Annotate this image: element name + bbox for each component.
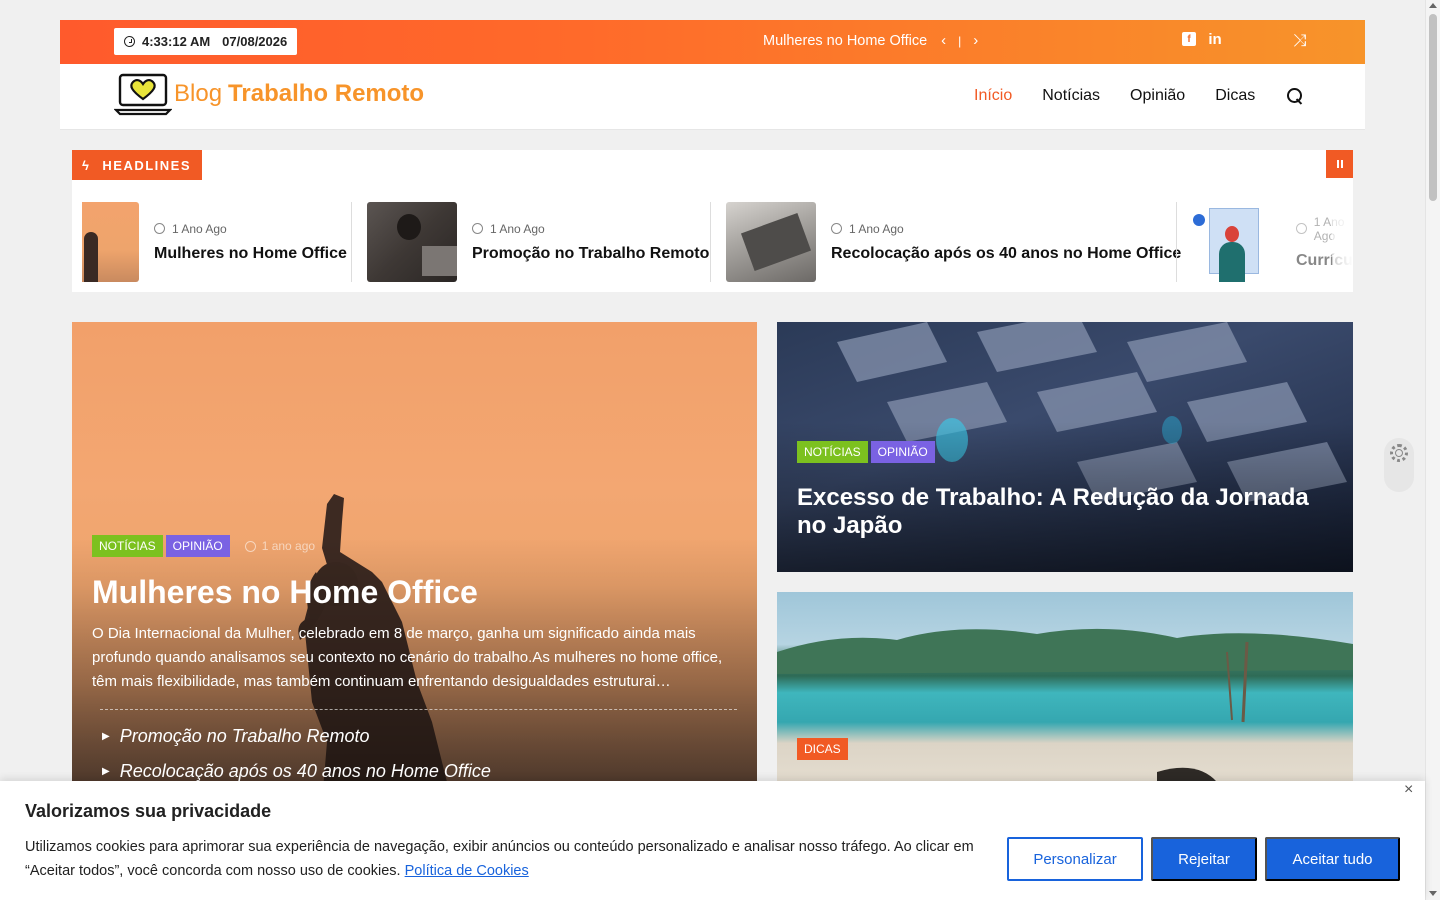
hero-title[interactable]: Mulheres no Home Office — [92, 574, 478, 611]
headline-date: 1 Ano Ago — [831, 222, 1181, 236]
current-time: 4:33:12 AM — [142, 34, 211, 49]
main-nav: Início Notícias Opinião Dicas — [974, 87, 1303, 105]
clock-icon — [124, 36, 135, 47]
headline-date: 1 Ano Ago — [472, 222, 709, 236]
headline-item[interactable]: 1 Ano Ago Currículo — [1191, 202, 1353, 282]
category-tag[interactable]: OPINIÃO — [165, 535, 230, 557]
clock-icon — [154, 223, 165, 234]
headline-date: 1 Ano Ago — [154, 222, 347, 236]
carousel-pause-button[interactable] — [1326, 150, 1353, 178]
site-header: Blog Trabalho Remoto Início Notícias Opi… — [60, 64, 1365, 130]
post-categories: DICAS — [797, 738, 848, 760]
related-link[interactable]: ▶ Promoção no Trabalho Remoto — [102, 726, 370, 747]
featured-post[interactable]: NOTÍCIAS OPINIÃO 1 ano ago Mulheres no H… — [72, 322, 757, 802]
clock-icon — [831, 223, 842, 234]
facebook-icon[interactable]: f — [1182, 32, 1196, 46]
category-tag[interactable]: DICAS — [797, 738, 848, 760]
news-ticker: Mulheres no Home Office ‹ | › — [763, 32, 978, 49]
headline-title[interactable]: Recolocação após os 40 anos no Home Offi… — [831, 245, 1181, 263]
nav-dicas[interactable]: Dicas — [1215, 87, 1255, 105]
headlines-carousel: ϟ HEADLINES 1 Ano Ago Mulheres no Home O… — [72, 150, 1353, 292]
post-card[interactable]: NOTÍCIAS OPINIÃO Excesso de Trabalho: A … — [777, 322, 1353, 572]
reject-button[interactable]: Rejeitar — [1151, 837, 1257, 881]
headline-thumbnail — [367, 202, 457, 282]
clock-icon — [244, 540, 256, 552]
ticker-headline[interactable]: Mulheres no Home Office — [763, 33, 927, 49]
current-date: 07/08/2026 — [222, 34, 288, 49]
logo-text-blog: Blog — [174, 80, 223, 107]
page-container: 4:33:12 AM 07/08/2026 Mulheres no Home O… — [60, 20, 1365, 802]
headline-divider — [710, 202, 711, 282]
headline-thumbnail — [1191, 202, 1281, 282]
headline-title[interactable]: Promoção no Trabalho Remoto — [472, 245, 709, 263]
social-links: f in — [1182, 31, 1222, 48]
page-scrollbar[interactable] — [1425, 0, 1440, 900]
caret-right-icon: ▶ — [102, 731, 110, 742]
close-icon[interactable]: × — [1404, 781, 1413, 799]
headline-title[interactable]: Mulheres no Home Office — [154, 245, 347, 263]
cookie-policy-link[interactable]: Política de Cookies — [405, 863, 529, 879]
category-tag[interactable]: NOTÍCIAS — [92, 535, 163, 557]
post-card-title[interactable]: Excesso de Trabalho: A Redução da Jornad… — [797, 484, 1337, 540]
bolt-icon: ϟ — [82, 157, 91, 173]
chevron-left-icon[interactable]: ‹ — [941, 32, 946, 49]
headline-item[interactable]: 1 Ano Ago Promoção no Trabalho Remoto — [367, 202, 709, 282]
gear-icon — [1390, 444, 1408, 462]
cookie-text: Utilizamos cookies para aprimorar sua ex… — [25, 839, 974, 879]
date-time-box: 4:33:12 AM 07/08/2026 — [114, 28, 298, 55]
customize-button[interactable]: Personalizar — [1007, 837, 1143, 881]
category-tag[interactable]: NOTÍCIAS — [797, 441, 868, 463]
related-link[interactable]: ▶ Recolocação após os 40 anos no Home Of… — [102, 761, 491, 782]
linkedin-icon[interactable]: in — [1208, 31, 1222, 48]
chevron-right-icon[interactable]: › — [973, 32, 978, 49]
search-icon[interactable] — [1287, 88, 1303, 104]
headline-divider — [1176, 202, 1177, 282]
scroll-down-icon[interactable] — [1429, 891, 1437, 896]
scrollbar-thumb[interactable] — [1429, 14, 1437, 201]
pause-icon[interactable]: | — [958, 34, 961, 48]
top-bar: 4:33:12 AM 07/08/2026 Mulheres no Home O… — [60, 20, 1365, 64]
hero-categories: NOTÍCIAS OPINIÃO 1 ano ago — [92, 535, 315, 557]
caret-right-icon: ▶ — [102, 766, 110, 777]
cookie-consent-banner: × Valorizamos sua privacidade Utilizamos… — [0, 781, 1425, 900]
nav-noticias[interactable]: Notícias — [1042, 87, 1100, 105]
hero-date: 1 ano ago — [244, 539, 315, 553]
shuffle-icon[interactable]: ⤨ — [1293, 31, 1307, 51]
headline-divider — [351, 202, 352, 282]
clock-icon — [1296, 223, 1307, 234]
settings-toggle[interactable] — [1384, 438, 1414, 492]
accept-all-button[interactable]: Aceitar tudo — [1265, 837, 1400, 881]
headline-thumbnail — [82, 202, 139, 282]
headline-thumbnail — [726, 202, 816, 282]
divider — [100, 709, 737, 710]
site-logo[interactable]: Blog Trabalho Remoto — [114, 72, 424, 116]
scroll-up-icon[interactable] — [1429, 3, 1437, 8]
headline-item[interactable]: 1 Ano Ago Recolocação após os 40 anos no… — [726, 202, 1181, 282]
category-tag[interactable]: OPINIÃO — [870, 441, 935, 463]
post-card-image — [777, 628, 1353, 802]
headline-item[interactable]: 1 Ano Ago Mulheres no Home Office — [82, 202, 347, 282]
logo-text-name: Trabalho Remoto — [228, 80, 425, 107]
post-card[interactable]: DICAS — [777, 592, 1353, 802]
headlines-label: ϟ HEADLINES — [72, 150, 203, 180]
hero-excerpt: O Dia Internacional da Mulher, celebrado… — [92, 625, 723, 690]
nav-inicio[interactable]: Início — [974, 87, 1012, 105]
post-categories: NOTÍCIAS OPINIÃO — [797, 441, 935, 463]
nav-opiniao[interactable]: Opinião — [1130, 87, 1185, 105]
laptop-heart-icon — [114, 73, 172, 116]
clock-icon — [472, 223, 483, 234]
cookie-title: Valorizamos sua privacidade — [25, 801, 272, 821]
